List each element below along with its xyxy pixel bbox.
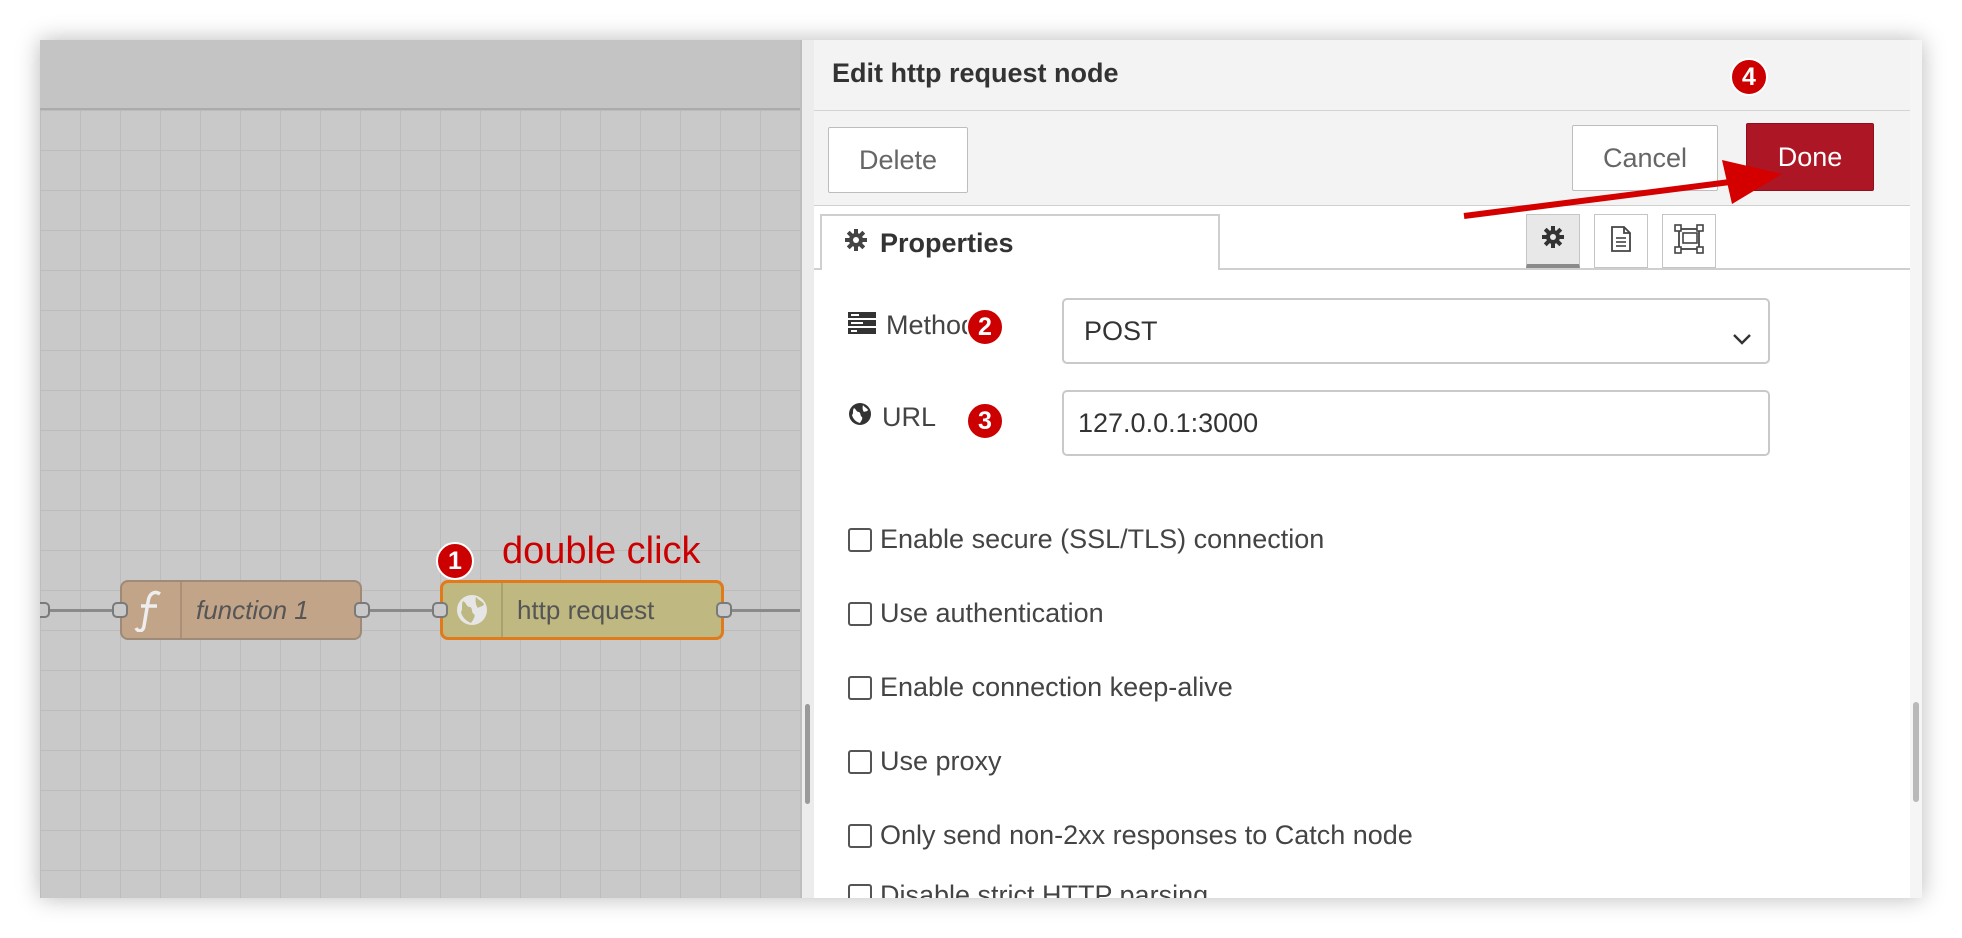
checkbox-row-keepalive[interactable]: Enable connection keep-alive — [848, 672, 1233, 703]
tray-scrollbar-thumb[interactable] — [1913, 702, 1919, 802]
checkbox-keepalive[interactable] — [848, 675, 872, 700]
annotation-step-1: 1 — [436, 542, 474, 580]
function-icon — [122, 582, 182, 638]
checkbox-non2xx-label: Only send non-2xx responses to Catch nod… — [880, 820, 1413, 850]
wire-out — [724, 609, 800, 612]
tray-resize-handle[interactable] — [800, 40, 814, 898]
checkbox-ssl[interactable] — [848, 527, 872, 552]
chevron-down-icon — [1732, 322, 1752, 353]
http-request-node[interactable]: http request — [440, 580, 724, 640]
globe-icon — [443, 583, 503, 637]
function-output-port[interactable] — [354, 602, 370, 618]
method-row: Method 2 POST — [814, 298, 1910, 368]
url-input[interactable]: 127.0.0.1:3000 — [1062, 390, 1770, 456]
checkbox-auth-label: Use authentication — [880, 598, 1104, 628]
tray-scrollbar[interactable] — [1910, 40, 1922, 898]
tasks-icon — [848, 310, 876, 341]
function-node[interactable]: function 1 — [120, 580, 362, 640]
annotation-step-3: 3 — [966, 402, 1004, 440]
tray-title: Edit http request node — [832, 58, 1119, 88]
method-label-group: Method — [848, 310, 976, 341]
method-label: Method — [886, 310, 977, 340]
checkbox-row-non2xx[interactable]: Only send non-2xx responses to Catch nod… — [848, 820, 1413, 851]
canvas-tab-bar — [40, 40, 800, 110]
url-label: URL — [882, 402, 937, 432]
globe-icon — [848, 402, 872, 433]
url-input-value: 127.0.0.1:3000 — [1078, 407, 1259, 438]
checkbox-proxy-label: Use proxy — [880, 746, 1002, 776]
checkbox-row-proxy[interactable]: Use proxy — [848, 746, 1002, 777]
checkbox-row-auth[interactable]: Use authentication — [848, 598, 1104, 629]
http-output-port[interactable] — [716, 602, 732, 618]
annotation-arrow — [1463, 160, 1782, 219]
checkbox-strict-parsing[interactable] — [848, 883, 872, 898]
http-input-port[interactable] — [432, 602, 448, 618]
gear-icon — [844, 228, 868, 259]
checkbox-row-ssl[interactable]: Enable secure (SSL/TLS) connection — [848, 524, 1324, 555]
url-label-group: URL — [848, 402, 936, 433]
method-select-value: POST — [1084, 315, 1158, 346]
wire-function-to-http — [362, 609, 442, 612]
wire-in — [40, 609, 120, 612]
checkbox-proxy[interactable] — [848, 749, 872, 774]
annotation-double-click: double click — [502, 530, 701, 572]
delete-button[interactable]: Delete — [828, 127, 968, 193]
annotation-step-4: 4 — [1730, 58, 1768, 96]
url-row: URL 3 127.0.0.1:3000 — [814, 390, 1910, 460]
annotation-step-2: 2 — [966, 308, 1004, 346]
tab-properties[interactable]: Properties — [820, 214, 1220, 270]
method-select[interactable]: POST — [1062, 298, 1770, 364]
checkbox-non2xx[interactable] — [848, 823, 872, 848]
flow-canvas[interactable]: function 1 http request 1 double click — [40, 40, 800, 898]
app-window: function 1 http request 1 double click E… — [40, 40, 1922, 898]
http-request-node-label: http request — [517, 594, 655, 625]
checkbox-auth[interactable] — [848, 601, 872, 626]
checkbox-ssl-label: Enable secure (SSL/TLS) connection — [880, 524, 1325, 554]
checkbox-strict-parsing-label: Disable strict HTTP parsing — [880, 880, 1209, 898]
canvas-grid[interactable] — [40, 110, 800, 898]
checkbox-keepalive-label: Enable connection keep-alive — [880, 672, 1233, 702]
upstream-output-port[interactable] — [40, 602, 50, 618]
tab-properties-label: Properties — [880, 227, 1014, 258]
checkbox-row-strict-parsing[interactable]: Disable strict HTTP parsing — [848, 880, 1208, 898]
function-input-port[interactable] — [112, 602, 128, 618]
tray-grip[interactable] — [805, 704, 810, 804]
function-node-label: function 1 — [196, 594, 309, 625]
